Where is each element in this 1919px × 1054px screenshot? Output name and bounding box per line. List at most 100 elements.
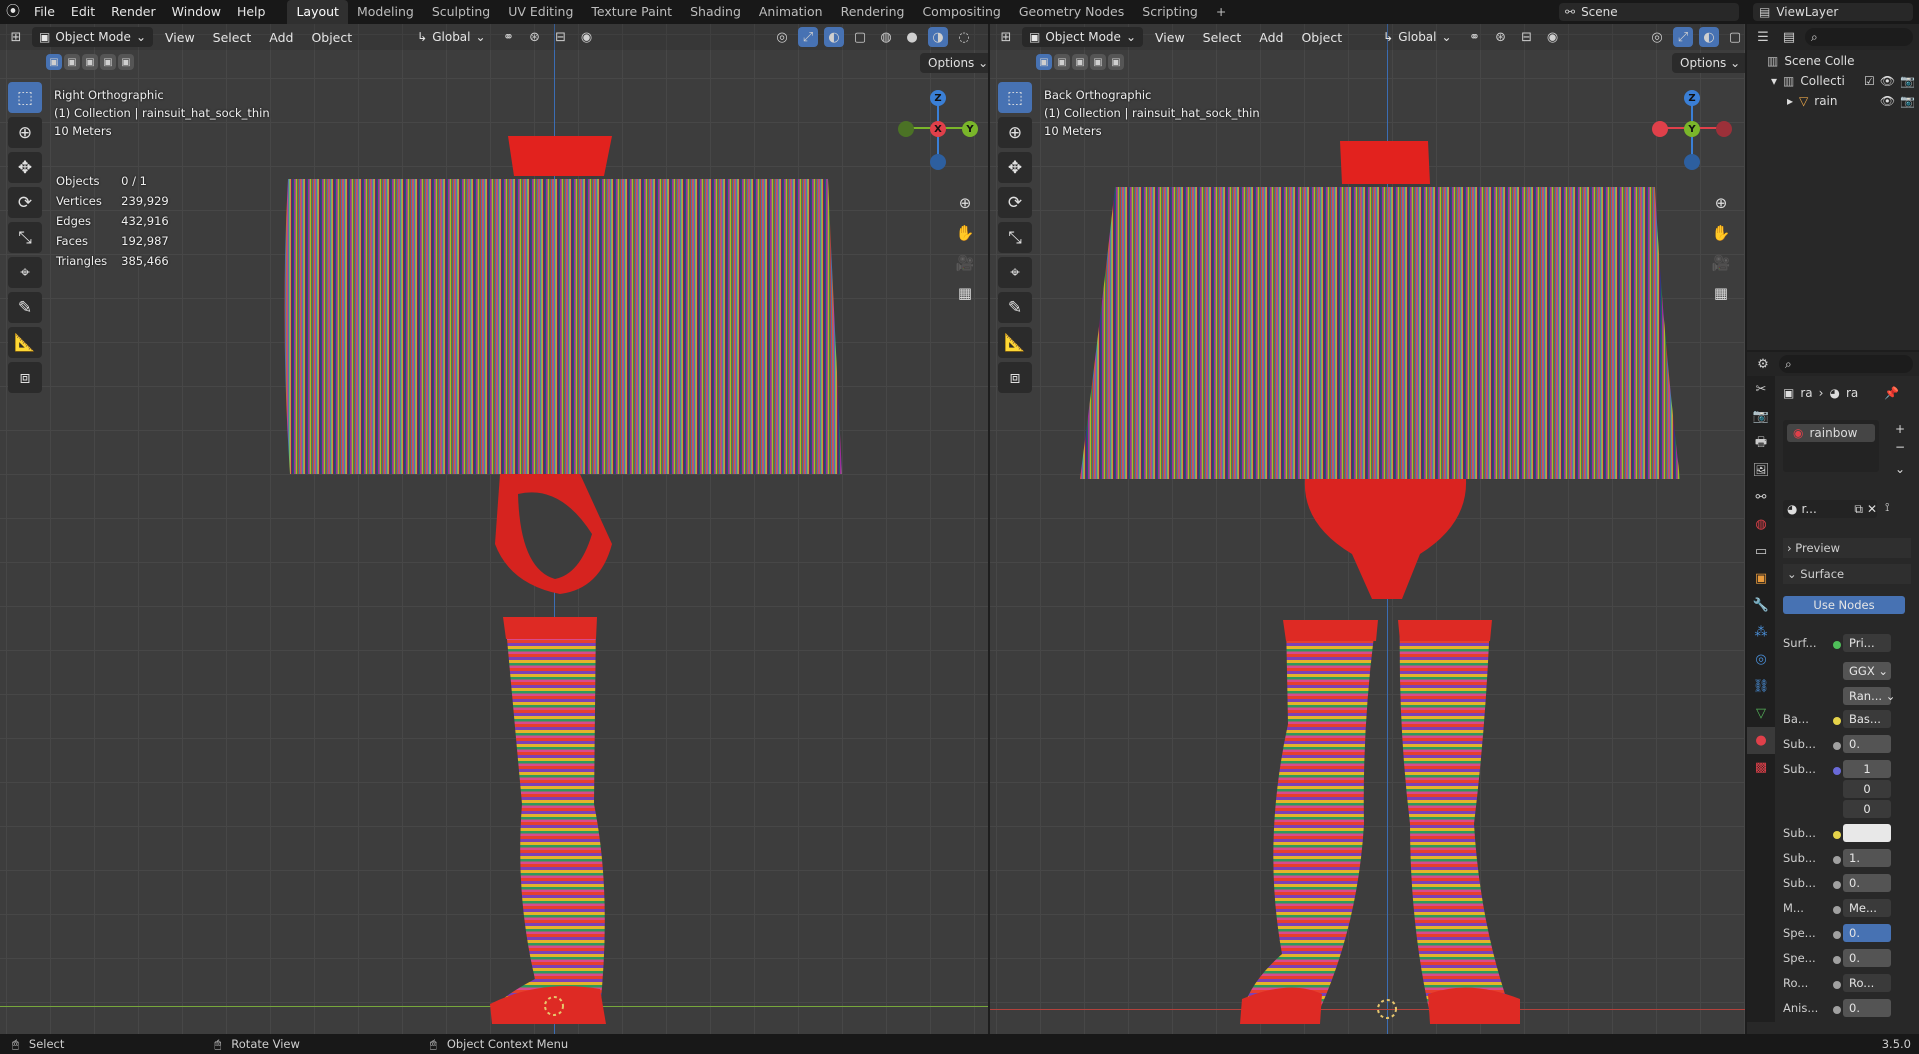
tab-rendering[interactable]: Rendering xyxy=(832,0,914,24)
material-slot-label: rainbow xyxy=(1809,426,1858,440)
editor-type-icon[interactable]: ☰ xyxy=(1753,27,1773,47)
subsurface-method-select[interactable]: Ran... ⌄ xyxy=(1843,687,1895,705)
eye-icon[interactable]: 👁 xyxy=(1880,94,1895,108)
remove-slot-icon[interactable]: − xyxy=(1895,440,1905,454)
scene-icon: ⚯ xyxy=(1565,5,1576,19)
physics-tab-icon[interactable]: ◎ xyxy=(1747,646,1775,673)
camera-render-icon[interactable]: 📷 xyxy=(1900,94,1915,108)
prop-field[interactable]: 0. xyxy=(1843,949,1891,967)
tab-texture-paint[interactable]: Texture Paint xyxy=(582,0,681,24)
prop-field[interactable]: 0 xyxy=(1843,800,1891,818)
add-workspace-button[interactable]: + xyxy=(1207,0,1235,24)
search-icon: ⌕ xyxy=(1811,29,1818,44)
prop-field[interactable]: Pri... xyxy=(1843,634,1891,652)
material-name-field: r... xyxy=(1801,502,1817,516)
menu-file[interactable]: File xyxy=(26,0,63,24)
tab-shading[interactable]: Shading xyxy=(681,0,750,24)
prop-field[interactable]: 1. xyxy=(1843,849,1891,867)
prop-field[interactable]: 0. xyxy=(1843,924,1891,942)
world-tab-icon[interactable]: ◍ xyxy=(1747,511,1775,538)
menu-edit[interactable]: Edit xyxy=(63,0,103,24)
scene-tab-icon[interactable]: ⚯ xyxy=(1747,484,1775,511)
texture-tab-icon[interactable]: ▩ xyxy=(1747,754,1775,781)
outliner-row-collection[interactable]: ▾ ▥ Collecti ☑ 👁 📷 xyxy=(1771,74,1915,88)
collection-box-icon: ▥ xyxy=(1767,54,1779,68)
eye-icon[interactable]: 👁 xyxy=(1880,74,1895,88)
prop-field[interactable]: Me... xyxy=(1843,899,1891,917)
tab-compositing[interactable]: Compositing xyxy=(913,0,1009,24)
unlink-icon[interactable]: ✕ xyxy=(1867,502,1877,516)
object-tab-icon[interactable]: ▣ xyxy=(1747,565,1775,592)
material-slot[interactable]: ◉ rainbow xyxy=(1787,424,1875,442)
modifier-tab-icon[interactable]: 🔧 xyxy=(1747,592,1775,619)
add-slot-icon[interactable]: + xyxy=(1895,422,1905,436)
scene-selector[interactable]: ⚯ Scene xyxy=(1559,3,1739,21)
prop-row-label: Sub... xyxy=(1783,876,1816,890)
menu-help[interactable]: Help xyxy=(229,0,274,24)
outliner-row-scene[interactable]: ▥ Scene Colle xyxy=(1767,54,1855,68)
tab-modeling[interactable]: Modeling xyxy=(348,0,423,24)
tool-tab-icon[interactable]: ✂ xyxy=(1747,376,1775,403)
prop-field[interactable]: Ro... xyxy=(1843,974,1891,992)
outliner-header: ☰ ▤ ⌕ xyxy=(1747,24,1919,50)
chevron-right-icon: › xyxy=(1787,541,1792,555)
tab-uv-editing[interactable]: UV Editing xyxy=(499,0,582,24)
constraints-tab-icon[interactable]: ⛓ xyxy=(1747,673,1775,700)
blender-logo-icon[interactable]: ⦿ xyxy=(0,0,26,24)
tab-animation[interactable]: Animation xyxy=(750,0,832,24)
pin-icon[interactable]: 📌 xyxy=(1884,386,1899,400)
object-icon: ▣ xyxy=(1783,386,1795,400)
prop-row-label: Sub... xyxy=(1783,737,1816,751)
material-datablock[interactable]: ◕ r... ⧉ ✕ xyxy=(1783,500,1877,518)
prop-field[interactable]: 0. xyxy=(1843,735,1891,753)
character-model-back[interactable] xyxy=(990,24,1745,1034)
tab-layout[interactable]: Layout xyxy=(287,0,348,24)
distribution-select[interactable]: GGX ⌄ xyxy=(1843,662,1891,680)
prop-row-label: Sub... xyxy=(1783,826,1816,840)
socket-dot xyxy=(1833,956,1841,964)
menu-window[interactable]: Window xyxy=(164,0,229,24)
tab-geometry-nodes[interactable]: Geometry Nodes xyxy=(1010,0,1133,24)
menu-render[interactable]: Render xyxy=(103,0,164,24)
prop-field[interactable]: 0. xyxy=(1843,874,1891,892)
expand-arrow-icon: ▾ xyxy=(1771,74,1778,88)
node-tree-icon[interactable]: ⟟ xyxy=(1885,500,1889,515)
mouse-right-icon: 🖱 xyxy=(429,1036,437,1051)
color-swatch[interactable] xyxy=(1843,824,1891,842)
outliner-label: rain xyxy=(1814,94,1838,108)
outliner-row-object[interactable]: ▸ ▽ rain 👁 📷 xyxy=(1787,94,1915,108)
checkbox-icon[interactable]: ☑ xyxy=(1864,74,1875,88)
editor-type-icon[interactable]: ⚙ xyxy=(1753,354,1773,374)
prop-field[interactable]: Bas... xyxy=(1843,710,1891,728)
viewport-right[interactable]: ⊞ ▣ Object Mode ⌄ View Select Add Object ↳… xyxy=(990,24,1745,1034)
duplicate-icon[interactable]: ⧉ xyxy=(1854,502,1863,517)
prop-field[interactable]: 0 xyxy=(1843,780,1891,798)
slot-menu-icon[interactable]: ⌄ xyxy=(1895,462,1905,476)
outliner-search-input[interactable]: ⌕ xyxy=(1805,28,1913,46)
outliner-label: Scene Colle xyxy=(1784,54,1855,68)
viewport-left[interactable]: ⊞ ▣ Object Mode ⌄ View Select Add Object ↳… xyxy=(0,24,988,1034)
properties-search-input[interactable]: ⌕ xyxy=(1779,355,1913,373)
socket-dot xyxy=(1833,831,1841,839)
particles-tab-icon[interactable]: ⁂ xyxy=(1747,619,1775,646)
collection-tab-icon[interactable]: ▭ xyxy=(1747,538,1775,565)
material-slot-list[interactable]: ◉ rainbow xyxy=(1783,420,1879,472)
camera-render-icon[interactable]: 📷 xyxy=(1900,74,1915,88)
tab-scripting[interactable]: Scripting xyxy=(1133,0,1207,24)
surface-panel-header[interactable]: ⌄ Surface xyxy=(1783,564,1911,584)
prop-field[interactable]: 1 xyxy=(1843,760,1891,778)
character-model-side[interactable] xyxy=(0,24,988,1034)
tab-sculpting[interactable]: Sculpting xyxy=(423,0,499,24)
top-bar: ⦿ File Edit Render Window Help Layout Mo… xyxy=(0,0,1919,24)
data-tab-icon[interactable]: ▽ xyxy=(1747,700,1775,727)
preview-panel-header[interactable]: › Preview xyxy=(1783,538,1911,558)
material-tab-icon[interactable]: ● xyxy=(1747,727,1775,754)
display-mode-icon[interactable]: ▤ xyxy=(1779,27,1799,47)
output-tab-icon[interactable]: 🖶 xyxy=(1747,430,1775,457)
view-layer-tab-icon[interactable]: 🖼 xyxy=(1747,457,1775,484)
render-tab-icon[interactable]: 📷 xyxy=(1747,403,1775,430)
socket-dot xyxy=(1833,742,1841,750)
use-nodes-button[interactable]: Use Nodes xyxy=(1783,596,1905,614)
prop-field[interactable]: 0. xyxy=(1843,999,1891,1017)
view-layer-selector[interactable]: ▤ ViewLayer xyxy=(1753,3,1913,21)
